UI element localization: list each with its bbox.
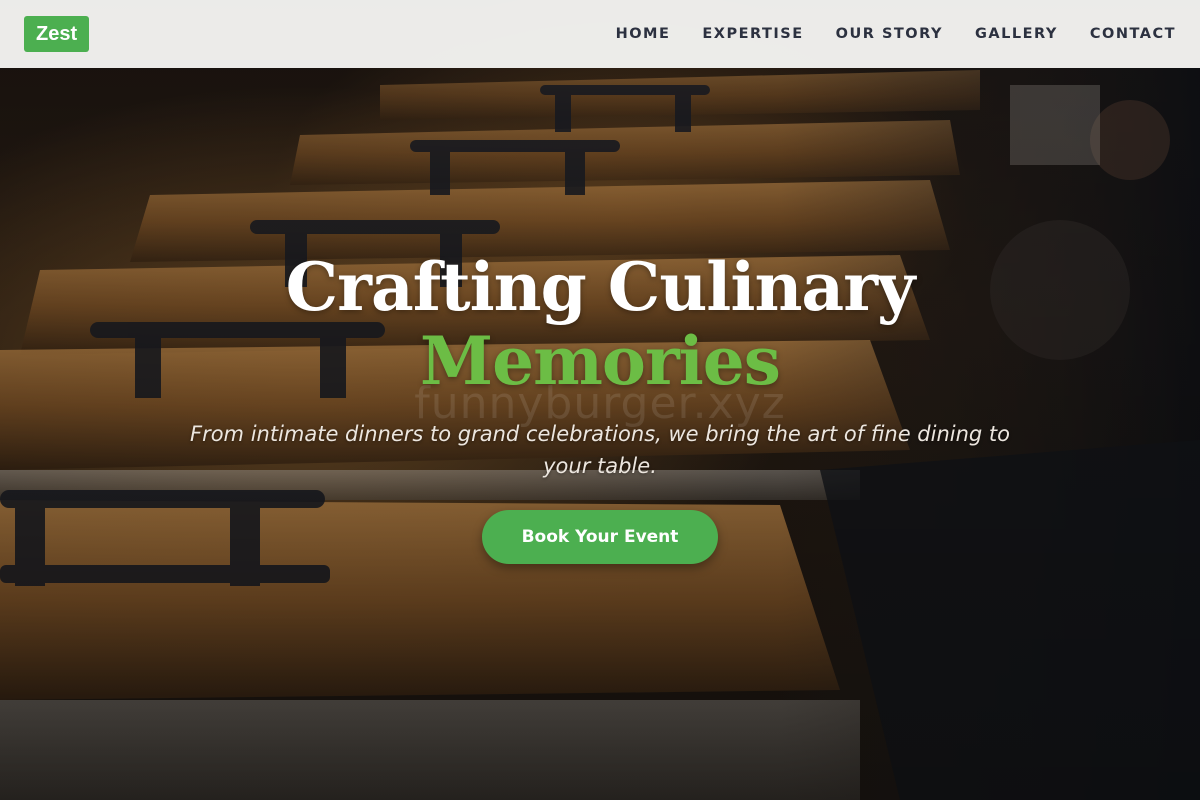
nav-link-expertise[interactable]: EXPERTISE xyxy=(702,26,803,42)
top-navbar: Zest HOME EXPERTISE OUR STORY GALLERY CO… xyxy=(0,0,1200,68)
nav-link-our-story[interactable]: OUR STORY xyxy=(836,26,943,42)
hero-headline: Crafting Culinary Memories xyxy=(0,250,1200,398)
book-event-button[interactable]: Book Your Event xyxy=(481,510,719,564)
nav-link-contact[interactable]: CONTACT xyxy=(1090,26,1176,42)
hero-subtitle: From intimate dinners to grand celebrati… xyxy=(190,422,1011,478)
nav-links: HOME EXPERTISE OUR STORY GALLERY CONTACT xyxy=(584,26,1176,42)
hero-headline-accent: Memories xyxy=(420,322,781,400)
landing-page: Zest HOME EXPERTISE OUR STORY GALLERY CO… xyxy=(0,0,1200,800)
brand-logo[interactable]: Zest xyxy=(24,16,90,52)
hero-headline-line1: Crafting Culinary xyxy=(285,248,916,326)
nav-link-home[interactable]: HOME xyxy=(616,26,671,42)
nav-link-gallery[interactable]: GALLERY xyxy=(975,26,1058,42)
hero-section: Crafting Culinary Memories From intimate… xyxy=(0,250,1200,564)
